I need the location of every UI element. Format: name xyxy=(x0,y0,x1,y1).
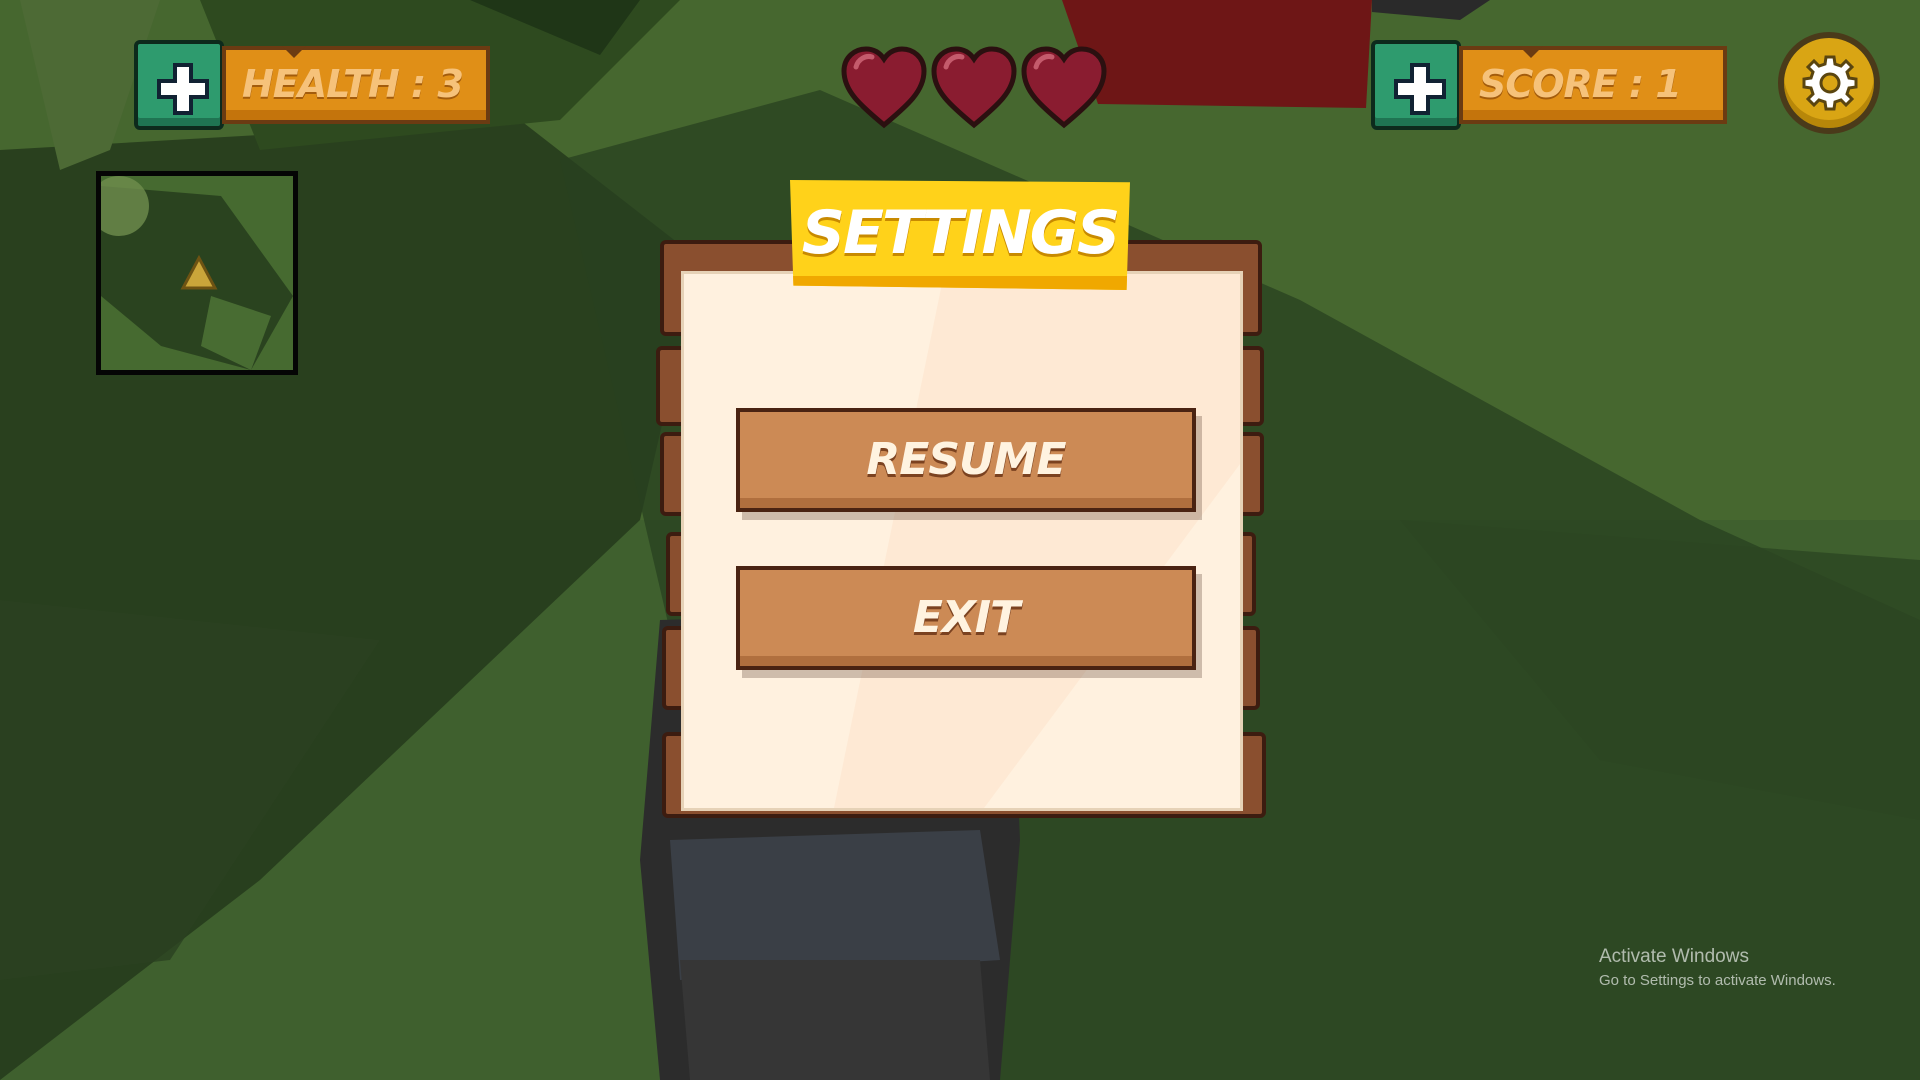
resume-button-label: RESUME xyxy=(866,434,1066,485)
score-label: SCORE : 1 xyxy=(1479,62,1682,106)
heart-icon xyxy=(841,46,927,129)
exit-button-label: EXIT xyxy=(912,592,1020,643)
heart-icon xyxy=(931,46,1017,129)
dialog-paper xyxy=(684,274,1240,808)
watermark-subtitle: Go to Settings to activate Windows. xyxy=(1599,972,1836,989)
gear-icon xyxy=(1802,55,1858,111)
exit-button[interactable]: EXIT xyxy=(736,566,1196,670)
health-panel: HEALTH : 3 xyxy=(222,46,490,124)
heart-icon xyxy=(1021,46,1107,129)
score-panel: SCORE : 1 xyxy=(1459,46,1727,124)
plus-icon xyxy=(134,40,224,130)
health-bar: HEALTH : 3 xyxy=(134,40,494,130)
resume-button[interactable]: RESUME xyxy=(736,408,1196,512)
lives-hearts xyxy=(840,45,1110,135)
health-label: HEALTH : 3 xyxy=(242,62,464,106)
score-bar: SCORE : 1 xyxy=(1371,40,1731,130)
settings-gear-button[interactable] xyxy=(1778,32,1880,134)
windows-activation-watermark: Activate Windows Go to Settings to activ… xyxy=(1599,946,1836,989)
watermark-title: Activate Windows xyxy=(1599,946,1749,967)
dialog-title: SETTINGS xyxy=(801,198,1120,268)
settings-dialog: SETTINGS RESUME EXIT xyxy=(640,178,1280,838)
minimap xyxy=(96,171,298,375)
plus-icon xyxy=(1371,40,1461,130)
